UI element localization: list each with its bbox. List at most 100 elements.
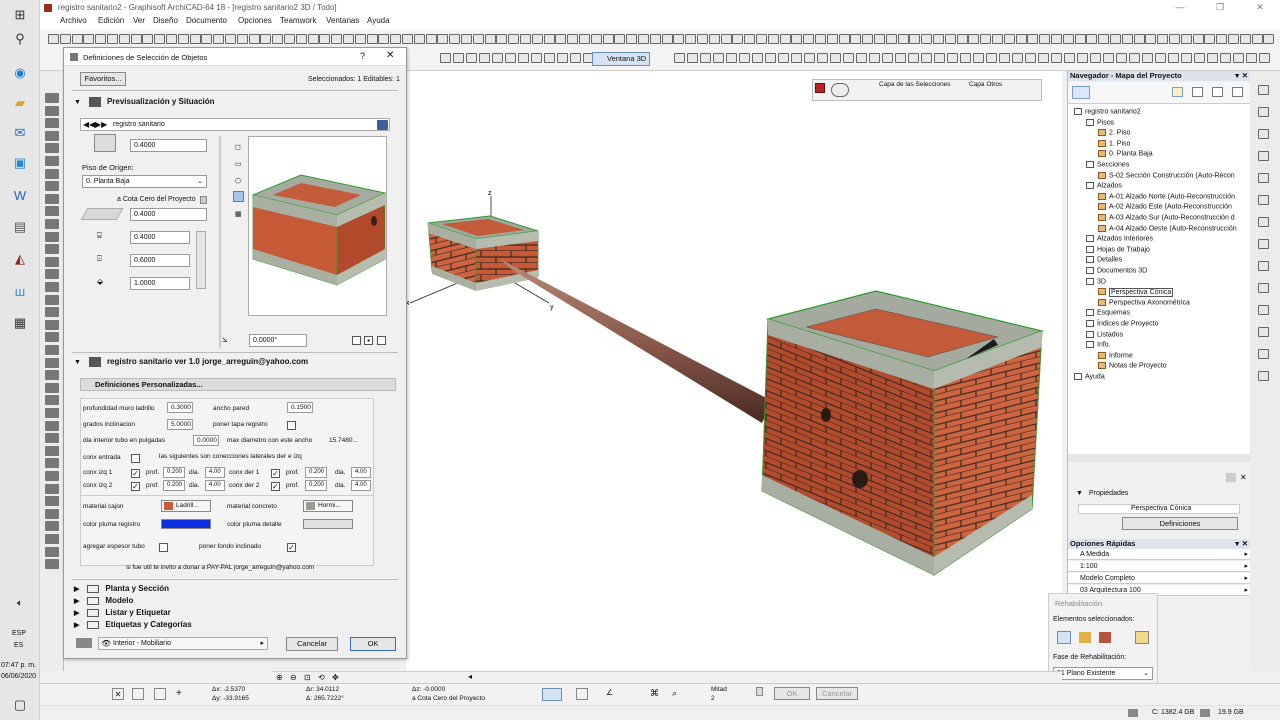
toolbar-button-icon[interactable]: [1015, 34, 1027, 44]
quick-option-item[interactable]: Modelo Completo ▸: [1068, 573, 1251, 584]
toolbar-button-icon[interactable]: [1220, 53, 1231, 63]
toolbar-button-icon[interactable]: [856, 53, 867, 63]
store-icon[interactable]: ▣: [10, 154, 30, 172]
grid-icon[interactable]: [154, 688, 166, 700]
der1-checkbox[interactable]: ✓: [271, 469, 280, 478]
toolbar-button-icon[interactable]: [885, 34, 897, 44]
toolbar-button-icon[interactable]: [59, 34, 71, 44]
right-tool-icon[interactable]: [1258, 217, 1269, 227]
tree-item[interactable]: Documentos 3D: [1086, 267, 1147, 274]
menu-documento[interactable]: Documento: [186, 16, 227, 25]
toolbar-button-icon[interactable]: [673, 34, 685, 44]
toolbar-button-icon[interactable]: [378, 34, 390, 44]
right-tool-icon[interactable]: [1258, 261, 1269, 271]
tree-item[interactable]: Listados: [1086, 330, 1123, 338]
tool-icon[interactable]: [45, 294, 59, 305]
toolbar-button-icon[interactable]: [107, 34, 118, 44]
ancho-pared-input[interactable]: 0.1500: [287, 402, 313, 413]
toolbar-button-icon[interactable]: [1039, 34, 1051, 44]
toolbar-button-icon[interactable]: [1157, 34, 1169, 44]
toolbar-button-icon[interactable]: [1180, 34, 1192, 44]
section-listar[interactable]: ▶ Listar y Etiquetar: [74, 608, 396, 620]
toolbar-button-icon[interactable]: [968, 34, 980, 44]
toolbar-button-icon[interactable]: [815, 34, 826, 44]
toolbar-button-icon[interactable]: [555, 34, 567, 44]
toolbar-button-icon[interactable]: [1246, 53, 1257, 63]
toolbar-button-icon[interactable]: [166, 34, 177, 44]
toolbar-button-icon[interactable]: [947, 53, 958, 63]
toolbar-button-icon[interactable]: [520, 34, 531, 44]
project-map-icon[interactable]: [1072, 86, 1090, 99]
toolbar-button-icon[interactable]: [543, 34, 555, 44]
cancel-input-icon[interactable]: ✕: [112, 688, 124, 700]
toolbar-button-icon[interactable]: [1003, 34, 1015, 44]
toolbar-button-icon[interactable]: [661, 34, 673, 44]
toolbar-button-icon[interactable]: [413, 34, 425, 44]
tool-icon[interactable]: [45, 156, 59, 166]
toolbar-button-icon[interactable]: [921, 53, 932, 63]
renovation-phase-select[interactable]: 01 Plano Existente ⌄: [1053, 667, 1153, 680]
tool-icon[interactable]: [45, 483, 59, 494]
toolbar-button-icon[interactable]: [1064, 53, 1075, 63]
toolbar-button-icon[interactable]: [590, 34, 602, 44]
tree-item[interactable]: A-04 Alzado Oeste (Auto-Reconstrucción: [1098, 224, 1237, 232]
folder-icon[interactable]: ▰: [10, 94, 30, 112]
toolbar-button-icon[interactable]: [1027, 34, 1039, 44]
toolbar-button-icon[interactable]: [142, 34, 154, 44]
toolbar-button-icon[interactable]: [956, 34, 968, 44]
guide-icon[interactable]: [542, 688, 562, 701]
toolbar-button-icon[interactable]: [791, 34, 803, 44]
der1-dia-input[interactable]: 4.00: [351, 467, 371, 478]
toolbar-button-icon[interactable]: [1051, 53, 1062, 63]
toolbar-button-icon[interactable]: [973, 53, 984, 63]
toolbar-button-icon[interactable]: [1181, 53, 1192, 63]
section-preview[interactable]: ▼ Previsualización y Situación: [74, 97, 396, 109]
izq2-checkbox[interactable]: ✓: [131, 482, 140, 491]
tree-item[interactable]: Detalles: [1086, 256, 1122, 264]
toolbar-button-icon[interactable]: [862, 34, 874, 44]
tree-scrollbar[interactable]: [1068, 454, 1251, 462]
tree-item[interactable]: Notas de Proyecto: [1098, 362, 1167, 370]
zoom-icon[interactable]: ⌕: [672, 688, 677, 699]
toolbar-button-icon[interactable]: [248, 34, 260, 44]
toolbar-button-icon[interactable]: [720, 34, 732, 44]
toolbar-button-icon[interactable]: [437, 34, 449, 44]
tracker-icon[interactable]: ∠: [606, 688, 613, 697]
publisher-icon[interactable]: [1212, 87, 1223, 97]
toolbar-button-icon[interactable]: [1012, 53, 1023, 63]
toolbar-button-icon[interactable]: [466, 53, 477, 63]
viewport-3d[interactable]: z x y: [406, 71, 1062, 671]
toolbar-button-icon[interactable]: [830, 53, 841, 63]
tree-item[interactable]: 2. Piso: [1098, 129, 1130, 137]
quick-options-close-icon[interactable]: ✕: [1242, 539, 1248, 549]
tool-icon[interactable]: [45, 244, 59, 255]
toolbar-button-icon[interactable]: [201, 34, 213, 44]
toolbar-button-icon[interactable]: [425, 34, 437, 44]
small-manhole-box[interactable]: [427, 215, 539, 291]
view-iso-icon[interactable]: ⬡: [235, 177, 241, 185]
menu-diseno[interactable]: Diseño: [153, 16, 178, 25]
expand-triangle-icon[interactable]: ▶: [74, 585, 79, 593]
menu-ver[interactable]: Ver: [133, 16, 145, 25]
toolbar-button-icon[interactable]: [154, 34, 166, 44]
toolbar-button-icon[interactable]: [1216, 34, 1228, 44]
tool-icon[interactable]: [45, 282, 59, 292]
view-3d-icon[interactable]: [233, 191, 244, 202]
material-concreto-select[interactable]: Hormi...: [303, 500, 353, 512]
toolbar-button-icon[interactable]: [602, 34, 614, 44]
tool-icon[interactable]: [45, 269, 59, 280]
toolbar-button-icon[interactable]: [687, 53, 698, 63]
toolbar-button-icon[interactable]: [544, 53, 555, 63]
toolbar-button-icon[interactable]: [472, 34, 484, 44]
pin-icon[interactable]: ▾: [1235, 539, 1239, 549]
tool-icon[interactable]: [45, 345, 59, 355]
mail-icon[interactable]: ✉: [10, 124, 30, 142]
toolbar-button-icon[interactable]: [882, 53, 893, 63]
tool-icon[interactable]: [45, 256, 59, 267]
toolbar-button-icon[interactable]: [1062, 34, 1074, 44]
toolbar-button-icon[interactable]: [895, 53, 906, 63]
restore-icon[interactable]: ❐: [1200, 0, 1240, 15]
close-icon[interactable]: ✕: [1240, 0, 1280, 15]
archicad-icon[interactable]: ◭: [10, 250, 30, 268]
tree-item[interactable]: 1. Piso: [1098, 139, 1130, 147]
